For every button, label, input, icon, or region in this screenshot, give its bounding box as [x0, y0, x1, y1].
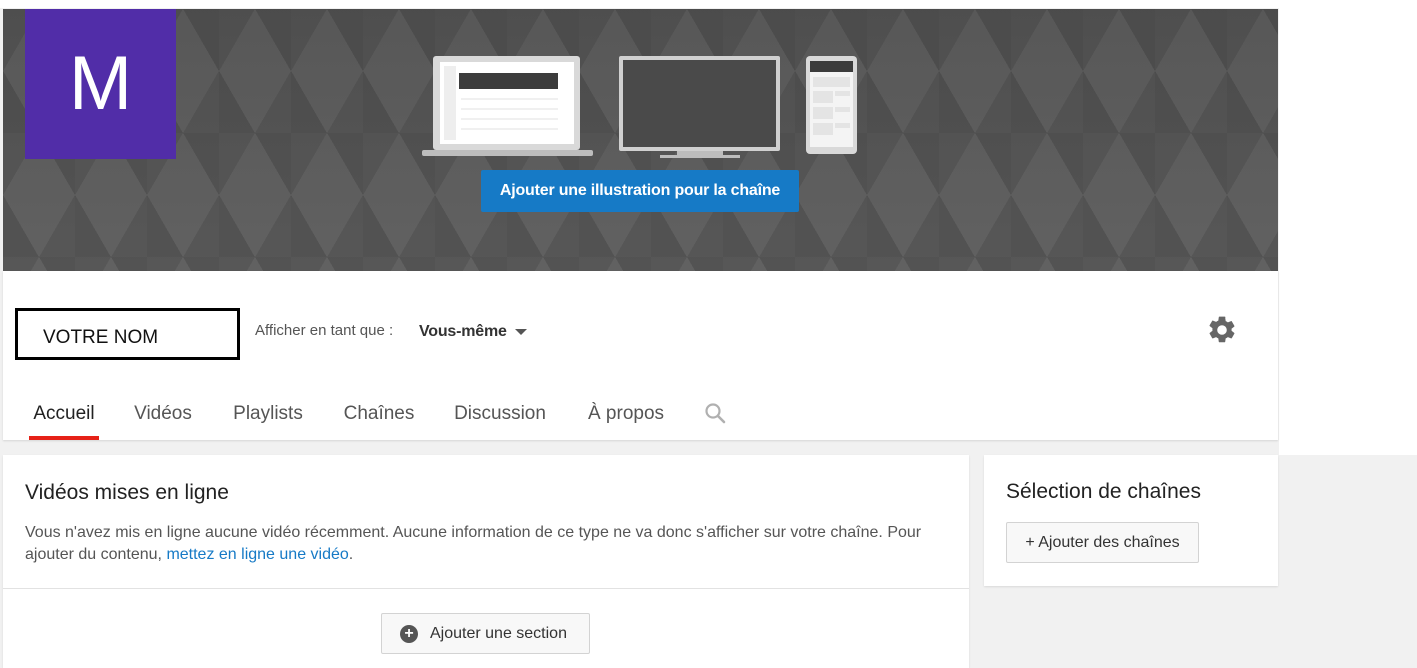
top-strip — [0, 0, 1417, 8]
section-description: Vous n'avez mis en ligne aucune vidéo ré… — [25, 522, 945, 566]
channel-tabs: Accueil Vidéos Playlists Chaînes Discuss… — [3, 391, 1278, 440]
gear-icon[interactable] — [1206, 314, 1238, 346]
view-as-label: Afficher en tant que : — [255, 322, 394, 339]
tab-videos[interactable]: Vidéos — [128, 391, 198, 440]
avatar-letter: M — [68, 41, 133, 126]
section-title: Vidéos mises en ligne — [25, 481, 229, 504]
upload-video-link[interactable]: mettez en ligne une vidéo — [166, 546, 348, 563]
phone-icon — [806, 56, 857, 154]
featured-channels-section: Sélection de chaînes + Ajouter des chaîn… — [984, 455, 1278, 586]
tab-accueil[interactable]: Accueil — [29, 391, 99, 440]
add-section-label: Ajouter une section — [430, 624, 567, 642]
caret-down-icon[interactable] — [515, 329, 527, 335]
uploaded-videos-section: Vidéos mises en ligne Vous n'avez mis en… — [3, 455, 969, 668]
monitor-icon — [619, 56, 780, 158]
tab-a-propos[interactable]: À propos — [583, 391, 669, 440]
tab-playlists[interactable]: Playlists — [227, 391, 309, 440]
tab-chaines[interactable]: Chaînes — [338, 391, 420, 440]
channel-name: VOTRE NOM — [15, 308, 240, 360]
featured-channels-title: Sélection de chaînes — [1006, 480, 1201, 503]
laptop-icon — [422, 56, 593, 156]
tab-discussion[interactable]: Discussion — [449, 391, 551, 440]
channel-header: VOTRE NOM Afficher en tant que : Vous-mê… — [3, 271, 1278, 440]
right-blank-area — [1279, 0, 1417, 455]
device-illustration — [422, 56, 857, 158]
description-text: Vous n'avez mis en ligne aucune vidéo ré… — [25, 524, 922, 563]
add-channels-button[interactable]: + Ajouter des chaînes — [1006, 522, 1199, 563]
plus-circle-icon: + — [400, 624, 418, 643]
add-section-button[interactable]: + Ajouter une section — [381, 613, 590, 654]
add-channel-art-button[interactable]: Ajouter une illustration pour la chaîne — [481, 170, 799, 212]
section-divider — [3, 588, 969, 589]
description-end: . — [348, 546, 354, 563]
view-as-dropdown[interactable]: Vous-même — [419, 323, 507, 341]
channel-banner: M Ajouter une illustration pour la chaîn… — [3, 9, 1278, 271]
search-icon[interactable] — [703, 401, 727, 425]
channel-avatar[interactable]: M — [25, 9, 176, 159]
